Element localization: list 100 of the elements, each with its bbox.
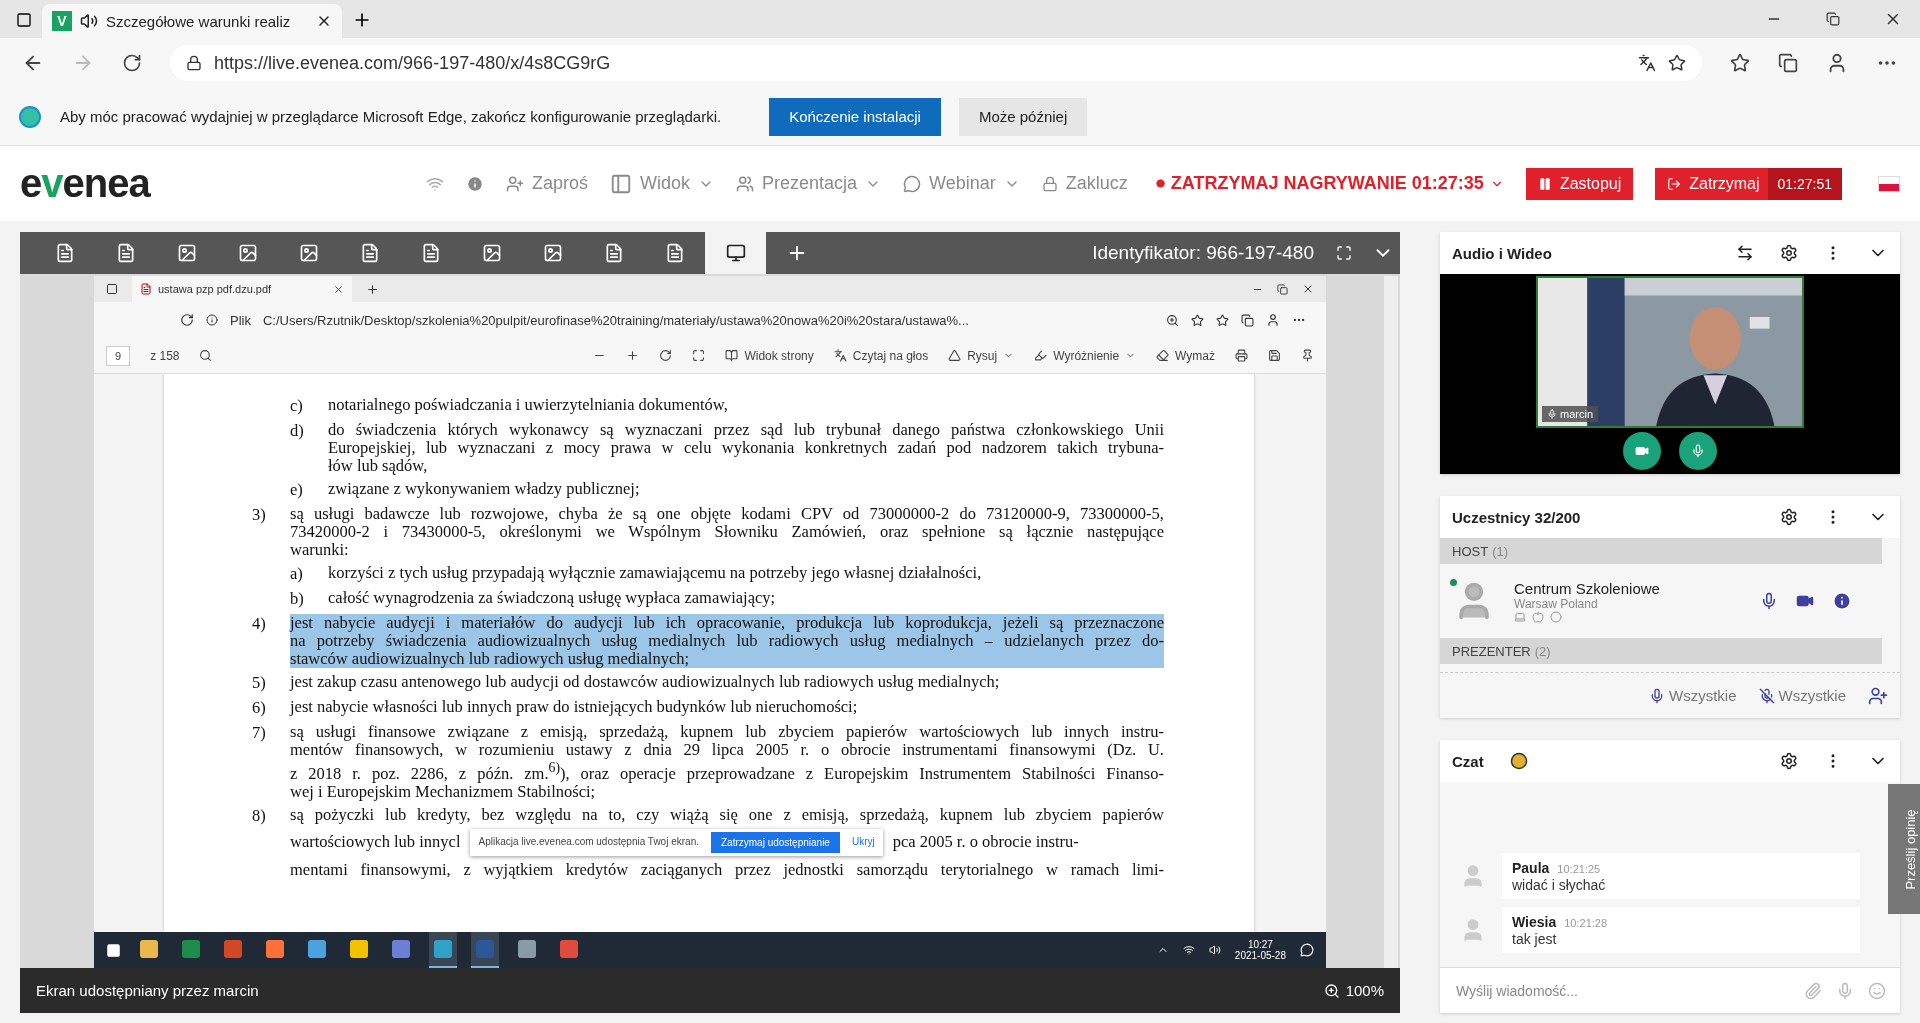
highlighter-icon <box>1034 349 1048 362</box>
list-marker: 7) <box>252 723 267 744</box>
lock-icon <box>186 55 202 71</box>
microphone-icon <box>1547 409 1557 419</box>
microphone-button[interactable] <box>1679 432 1717 470</box>
reload-icon[interactable] <box>122 53 142 73</box>
page-number-field: 9 <box>106 345 131 366</box>
pdf-tool[interactable]: Rysuj <box>948 348 1015 363</box>
message-author: Paula <box>1512 860 1550 876</box>
menu-item[interactable]: Webinar <box>903 173 1020 194</box>
search-icon <box>199 349 213 362</box>
unmute-all-button[interactable]: Wszystkie <box>1649 687 1737 704</box>
address-field[interactable]: https://live.evenea.com/966-197-480/x/4s8CG9rG <box>170 45 1702 81</box>
stop-recording-link[interactable]: ZATRZYMAJ NAGRYWANIE 01:27:35 <box>1155 173 1504 194</box>
swap-icon[interactable] <box>1736 244 1754 262</box>
list-marker: 6) <box>252 698 267 718</box>
menu-item[interactable]: Prezentacja <box>736 173 882 194</box>
pdf-tool[interactable]: Czytaj na głos <box>833 348 929 363</box>
zoom-icon <box>1166 313 1179 327</box>
add-participant-icon[interactable] <box>1868 685 1888 706</box>
settings-icon[interactable] <box>1780 244 1798 262</box>
speaker-icon[interactable] <box>80 12 98 30</box>
browser-tab[interactable]: V Szczegółowe warunki realiz <box>42 4 342 38</box>
pdf-tool[interactable]: Wyróżnienie <box>1034 348 1137 363</box>
list-marker: d) <box>290 421 305 442</box>
zoom-icon <box>1323 982 1340 999</box>
collections-icon <box>1241 313 1254 327</box>
browser-logo-icon <box>18 104 42 129</box>
list-marker: 8) <box>252 805 267 827</box>
session-identifier: Identyfikator: 966-197-480 <box>1092 242 1314 264</box>
book-icon <box>725 349 739 362</box>
text-line: pca 2005 r. o obrocie instru- <box>892 833 1079 851</box>
chat-bubble-icon <box>903 174 922 193</box>
text-line: mentami finansowymi, z wyjątkiem kredytów zaciąganych przez jednostki samorządu terytorialnego w ramach limi- <box>290 860 1164 879</box>
participant-name: Centrum Szkoleniowe <box>1514 579 1660 597</box>
menu-item[interactable]: Zaproś <box>506 173 589 194</box>
pin-icon <box>1301 349 1314 362</box>
layout-icon <box>610 172 633 195</box>
text-line: całość wynagrodzenia za świadczoną usługę wypłaca zamawiający; <box>328 589 777 607</box>
favorite-icon[interactable] <box>1668 54 1686 72</box>
microphone-icon <box>1649 687 1665 704</box>
translate-icon[interactable] <box>1638 54 1656 72</box>
text-line: łów lub sądów, <box>328 457 429 475</box>
pause-button[interactable]: Zastopuj <box>1525 167 1634 200</box>
later-button[interactable]: Może później <box>958 97 1088 136</box>
save-icon <box>1268 349 1281 362</box>
stop-sharing-button[interactable]: Zatrzymaj udostępnianie <box>710 831 840 853</box>
stop-timer: 01:27:51 <box>1767 167 1842 200</box>
info-icon[interactable] <box>1832 591 1852 611</box>
paragraph: są usługi finansowe związane z emisją, sprzedażą, kupnem lub zbyciem papierów wartościowych lub innych instru- mentów finansowych, w rozumieniu ustawy z dnia 29 lipca 2005 r. o obrocie instrumentami finansowymi (Dz. U. z 2018 r. poz. 2286, z późn. zm.$^{6)}$), oraz operacje przeprowadzane z Europejskim Instrumentem Stabilności Finanso- wej i Europejskim Mechanizmem Stabilności; <box>290 723 1164 801</box>
finish-setup-button[interactable]: Kończenie instalacji <box>769 97 941 136</box>
apple-icon <box>1532 610 1544 623</box>
rotate-icon <box>659 349 673 362</box>
read-aloud-icon <box>833 349 847 362</box>
hide-link[interactable]: Ukryj <box>851 833 875 851</box>
settings-icon[interactable] <box>1780 508 1798 526</box>
pdf-tool[interactable]: Widok strony <box>725 348 814 363</box>
text-line: notarialnego poświadczania i uwierzytelniania dokumentów, <box>328 396 729 414</box>
list-marker: e) <box>290 480 304 500</box>
settings-icon[interactable] <box>1780 752 1798 770</box>
group-header[interactable]: HOST (1) <box>1440 538 1882 564</box>
list-marker: 5) <box>252 673 267 693</box>
sharing-status: Ekran udostępniany przez marcin <box>36 982 259 999</box>
collections-icon[interactable] <box>1778 53 1798 73</box>
restore-icon[interactable] <box>1826 12 1840 26</box>
menu-item[interactable]: Zaklucz <box>1041 173 1128 194</box>
list-marker: a) <box>290 564 304 584</box>
text-line: Europejskiej, lub wyznaczani z mocy prawa w celu wykonania konkretnych zadań pod nadzorem takich trybuna- <box>328 439 1164 457</box>
new-tab-icon <box>366 282 379 296</box>
tab-title: Szczegółowe warunki realiz <box>106 12 291 30</box>
zoom-level[interactable]: 100% <box>1323 982 1384 999</box>
muted-microphone-icon <box>1758 687 1775 704</box>
list-marker: b) <box>290 589 305 609</box>
panel-title: Czat <box>1452 752 1484 770</box>
tab-actions-icon[interactable] <box>16 12 32 28</box>
camera-button[interactable] <box>1623 432 1661 470</box>
monitor-icon[interactable] <box>705 232 766 274</box>
speaker-icon <box>1208 944 1221 956</box>
stop-button[interactable]: Zatrzymaj 01:27:51 <box>1655 167 1842 200</box>
menu-item[interactable]: Widok <box>610 172 715 195</box>
group-header[interactable]: PREZENTER (2) <box>1440 638 1882 664</box>
clock-time: 10:27 <box>1247 939 1273 950</box>
fullscreen-icon[interactable] <box>1336 245 1352 261</box>
profile-icon <box>1266 313 1280 327</box>
close-icon <box>333 283 344 295</box>
text-line: związane z wykonywaniem władzy publicznej; <box>328 480 641 498</box>
list-marker: 4) <box>252 614 267 635</box>
panel-title: Audio i Wideo <box>1452 244 1552 262</box>
mute-all-button[interactable]: Wszystkie <box>1758 687 1846 704</box>
feedback-tab[interactable]: Prześlij opinię <box>1888 784 1920 914</box>
favorites-icon <box>1216 313 1229 327</box>
fit-icon <box>692 349 706 362</box>
pdf-tool[interactable]: Wymaż <box>1156 348 1215 363</box>
text-line: wartościowych lub innycl <box>290 833 461 851</box>
flag-icon[interactable] <box>1878 175 1900 192</box>
info-icon <box>206 314 218 326</box>
favorites-icon[interactable] <box>1730 53 1750 73</box>
microphone-icon[interactable] <box>1760 592 1778 610</box>
video-name-label: marcin <box>1542 406 1598 422</box>
start-icon <box>106 942 121 958</box>
